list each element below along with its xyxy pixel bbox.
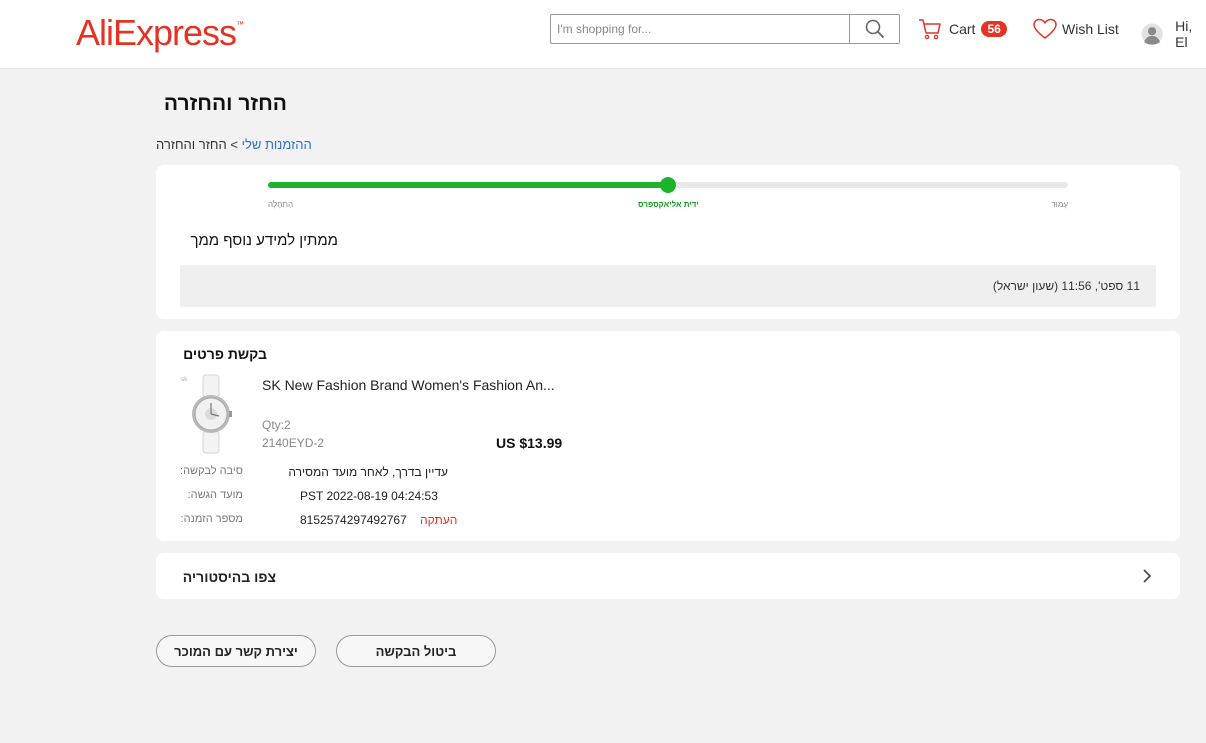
top-header: AliExpress™ Cart 56 Wish List Hi, — [0, 0, 1206, 69]
chevron-right-icon[interactable] — [1138, 567, 1156, 585]
breadcrumb: ההזמנות שלי > החזר והחזרה — [156, 137, 312, 152]
order-number-value: 8152574297492767 — [300, 513, 407, 527]
view-history-label: צפו בהיסטוריה — [182, 569, 276, 585]
request-reason-value: עדיין בדרך, לאחר מועד המסירה — [288, 465, 448, 479]
progress-step-end: עָמוּד — [1051, 200, 1068, 209]
status-message: ממתין למידע נוסף ממך — [190, 232, 338, 249]
search-icon — [865, 19, 884, 38]
aliexpress-logo[interactable]: AliExpress™ — [76, 12, 244, 54]
order-number-label: מספר הזמנה: — [180, 513, 243, 525]
heart-icon — [1033, 18, 1057, 39]
cart-label: Cart — [949, 21, 976, 37]
progress-fill — [268, 182, 668, 188]
product-quantity: Qty:2 — [262, 418, 291, 432]
logo-text: AliExpress — [76, 12, 237, 53]
product-sku: 2140EYD-2 — [262, 436, 325, 450]
request-details-title: בקשת פרטים — [183, 346, 267, 362]
view-history-row[interactable]: צפו בהיסטוריה — [156, 553, 1180, 599]
svg-text:sk: sk — [181, 376, 188, 383]
copy-order-number-link[interactable]: העתקה — [420, 513, 457, 527]
breadcrumb-separator: > — [230, 137, 238, 152]
progress-current-dot — [660, 177, 676, 193]
request-reason-label: סיבה לבקשה: — [180, 465, 243, 477]
contact-seller-button[interactable]: יצירת קשר עם המוכר — [156, 635, 316, 667]
search-bar — [550, 14, 900, 44]
submission-date-label: מועד הגשה: — [187, 489, 243, 501]
search-input[interactable] — [551, 15, 850, 43]
progress-step-start: הַתחָלָה — [268, 200, 294, 209]
wishlist-label: Wish List — [1062, 21, 1119, 37]
cancel-request-button[interactable]: ביטול הבקשה — [336, 635, 496, 667]
submission-date-value: PST 2022-08-19 04:24:53 — [300, 489, 438, 503]
user-account[interactable]: Hi, El — [1141, 18, 1206, 50]
user-greeting: Hi, El — [1175, 18, 1193, 50]
page-title: החזר והחזרה — [163, 92, 287, 115]
user-avatar-icon — [1141, 23, 1163, 45]
breadcrumb-current: החזר והחזרה — [156, 137, 227, 152]
breadcrumb-my-orders-link[interactable]: ההזמנות שלי — [242, 137, 312, 152]
progress-step-aliexpress: ידית אליאקספרס — [638, 200, 699, 209]
cart-icon — [919, 19, 941, 40]
cart-link[interactable]: Cart 56 — [918, 18, 1007, 40]
status-timestamp: 11 ספט', 11:56 (שעון ישראל) — [992, 279, 1140, 293]
search-button[interactable] — [849, 15, 899, 43]
wishlist-link[interactable]: Wish List — [1033, 18, 1119, 40]
product-price: US $13.99 — [496, 435, 563, 451]
status-timestamp-box: 11 ספט', 11:56 (שעון ישראל) — [180, 265, 1156, 307]
product-name-link[interactable]: SK New Fashion Brand Women's Fashion An.… — [262, 377, 555, 393]
cart-count-badge: 56 — [981, 21, 1007, 37]
request-details-card: בקשת פרטים sk SK New Fashion Brand Women… — [156, 331, 1180, 541]
product-watch-image[interactable]: sk — [180, 373, 242, 455]
progress-track — [268, 177, 1068, 193]
progress-card: הַתחָלָה ידית אליאקספרס עָמוּד ממתין למי… — [156, 165, 1180, 319]
